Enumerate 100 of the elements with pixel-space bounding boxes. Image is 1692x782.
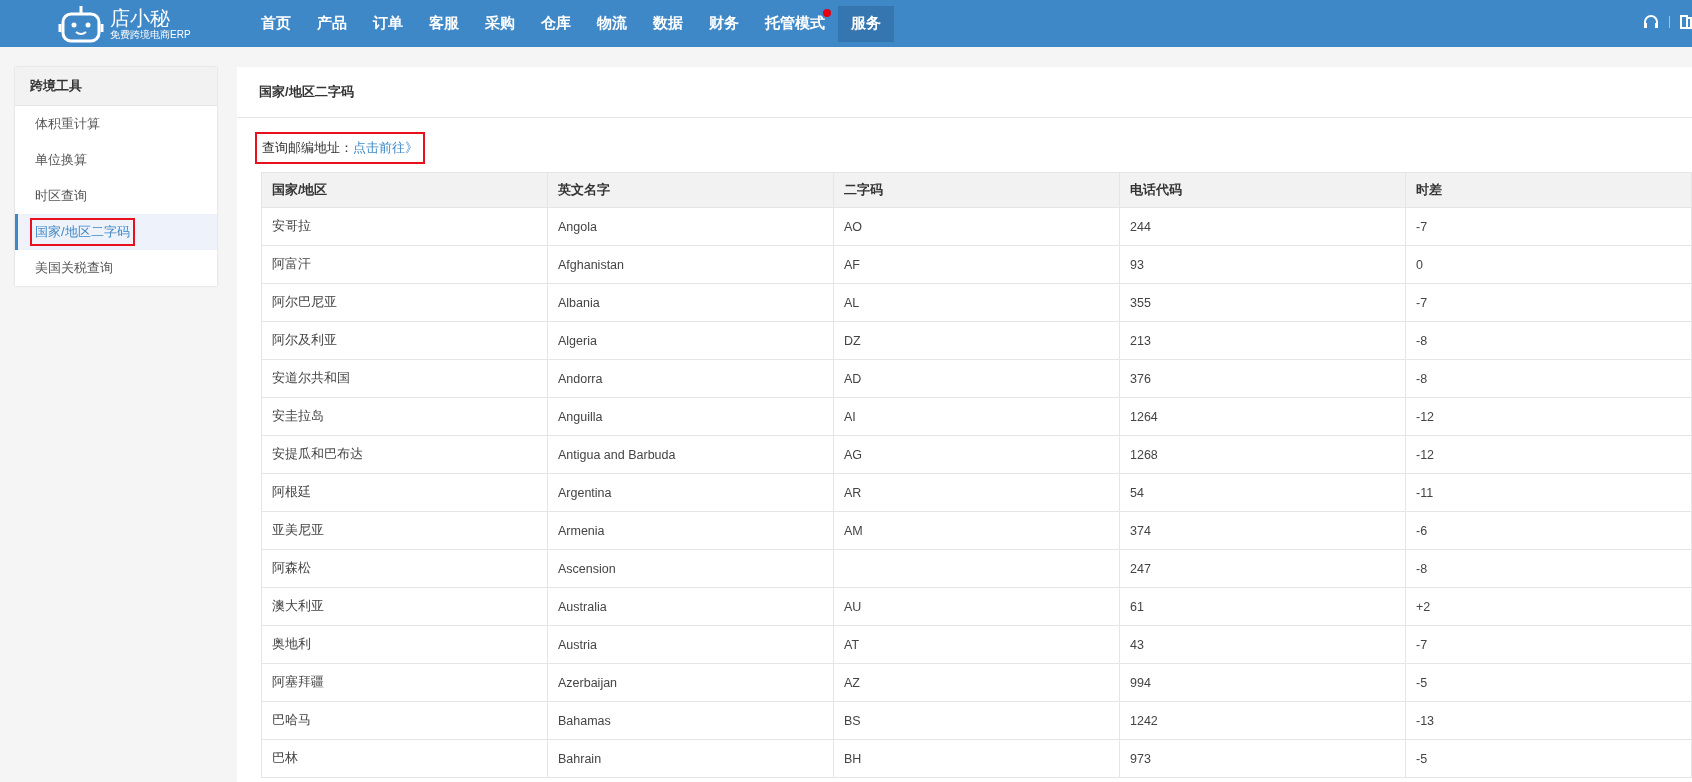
table-cell: 1264 <box>1119 397 1406 436</box>
table-cell: 阿富汗 <box>261 245 548 284</box>
column-header: 二字码 <box>833 172 1120 208</box>
go-link[interactable]: 点击前往》 <box>353 139 418 157</box>
table-cell: -7 <box>1405 625 1692 664</box>
table-cell: 安提瓜和巴布达 <box>261 435 548 474</box>
table-cell: BH <box>833 739 1120 778</box>
table-cell: 374 <box>1119 511 1406 550</box>
table-cell: 阿塞拜疆 <box>261 663 548 702</box>
sidebar-item[interactable]: 单位换算 <box>15 142 217 178</box>
table-cell: Angola <box>547 207 834 246</box>
nav-tab[interactable]: 客服 <box>416 5 472 42</box>
nav-tab[interactable]: 数据 <box>640 5 696 42</box>
table-cell: 巴哈马 <box>261 701 548 740</box>
table-cell: 阿尔及利亚 <box>261 321 548 360</box>
table-cell: -8 <box>1405 359 1692 398</box>
table-cell: 0 <box>1405 245 1692 284</box>
table-cell: 247 <box>1119 549 1406 588</box>
table-cell: Algeria <box>547 321 834 360</box>
table-cell: 1268 <box>1119 435 1406 474</box>
sidebar-title: 跨境工具 <box>15 67 217 106</box>
table-cell: Andorra <box>547 359 834 398</box>
column-header: 英文名字 <box>547 172 834 208</box>
table-cell: AM <box>833 511 1120 550</box>
table-cell: 61 <box>1119 587 1406 626</box>
table-cell: Bahamas <box>547 701 834 740</box>
table-cell: 安道尔共和国 <box>261 359 548 398</box>
table-cell: AF <box>833 245 1120 284</box>
page-title: 国家/地区二字码 <box>237 67 1692 118</box>
notification-dot <box>823 8 831 17</box>
table-cell: AU <box>833 587 1120 626</box>
nav-tab[interactable]: 采购 <box>472 5 528 42</box>
table-cell: 376 <box>1119 359 1406 398</box>
table-cell: 994 <box>1119 663 1406 702</box>
table-cell: DZ <box>833 321 1120 360</box>
nav-tab[interactable]: 财务 <box>696 5 752 42</box>
table-cell: Bahrain <box>547 739 834 778</box>
sidebar-item[interactable]: 时区查询 <box>15 178 217 214</box>
table-cell: 阿森松 <box>261 549 548 588</box>
table-cell: -12 <box>1405 397 1692 436</box>
table-cell: 亚美尼亚 <box>261 511 548 550</box>
logo-tagline: 免费跨境电商ERP <box>110 29 191 40</box>
table-cell: 阿根廷 <box>261 473 548 512</box>
book-icon[interactable] <box>1680 14 1692 30</box>
sidebar-item[interactable]: 美国关税查询 <box>15 250 217 286</box>
table-cell: -8 <box>1405 549 1692 588</box>
table-cell: Afghanistan <box>547 245 834 284</box>
table-cell: 973 <box>1119 739 1406 778</box>
sidebar-item[interactable]: 国家/地区二字码 <box>15 214 217 250</box>
table-cell: 1242 <box>1119 701 1406 740</box>
table-cell: Armenia <box>547 511 834 550</box>
nav-tab[interactable]: 订单 <box>360 5 416 42</box>
sidebar-item[interactable]: 体积重计算 <box>15 106 217 142</box>
table-cell: AO <box>833 207 1120 246</box>
table-cell: 213 <box>1119 321 1406 360</box>
table-cell: Australia <box>547 587 834 626</box>
table-cell: AD <box>833 359 1120 398</box>
table-cell: -13 <box>1405 701 1692 740</box>
table-cell: Ascension <box>547 549 834 588</box>
table-cell: Austria <box>547 625 834 664</box>
table-cell: -7 <box>1405 207 1692 246</box>
table-cell: -5 <box>1405 739 1692 778</box>
nav-tab[interactable]: 服务 <box>838 5 894 42</box>
table-cell: 奥地利 <box>261 625 548 664</box>
nav-tab[interactable]: 首页 <box>248 5 304 42</box>
postcode-label: 查询邮编地址： <box>262 139 353 157</box>
table-cell: 355 <box>1119 283 1406 322</box>
table-cell: -12 <box>1405 435 1692 474</box>
table-cell: AI <box>833 397 1120 436</box>
table-cell: -7 <box>1405 283 1692 322</box>
table-cell: 安圭拉岛 <box>261 397 548 436</box>
table-cell: -11 <box>1405 473 1692 512</box>
table-cell: 澳大利亚 <box>261 587 548 626</box>
table-cell: 巴林 <box>261 739 548 778</box>
table-cell: AL <box>833 283 1120 322</box>
nav-tab[interactable]: 仓库 <box>528 5 584 42</box>
nav-tab[interactable]: 物流 <box>584 5 640 42</box>
table-cell: Albania <box>547 283 834 322</box>
table-cell: -5 <box>1405 663 1692 702</box>
table-cell: Argentina <box>547 473 834 512</box>
nav-tab[interactable]: 托管模式 <box>752 5 838 42</box>
nav-tab[interactable]: 产品 <box>304 5 360 42</box>
table-cell: 93 <box>1119 245 1406 284</box>
table-cell: +2 <box>1405 587 1692 626</box>
table-cell: 43 <box>1119 625 1406 664</box>
table-cell: AT <box>833 625 1120 664</box>
table-cell: -8 <box>1405 321 1692 360</box>
table-cell: Antigua and Barbuda <box>547 435 834 474</box>
table-cell: BS <box>833 701 1120 740</box>
table-cell: 244 <box>1119 207 1406 246</box>
table-cell: Anguilla <box>547 397 834 436</box>
table-cell: -6 <box>1405 511 1692 550</box>
table-cell: AG <box>833 435 1120 474</box>
table-cell: AZ <box>833 663 1120 702</box>
table-cell: 安哥拉 <box>261 207 548 246</box>
headset-icon[interactable] <box>1643 14 1659 30</box>
table-cell: 阿尔巴尼亚 <box>261 283 548 322</box>
table-cell: AR <box>833 473 1120 512</box>
column-header: 国家/地区 <box>261 172 548 208</box>
table-cell: Azerbaijan <box>547 663 834 702</box>
